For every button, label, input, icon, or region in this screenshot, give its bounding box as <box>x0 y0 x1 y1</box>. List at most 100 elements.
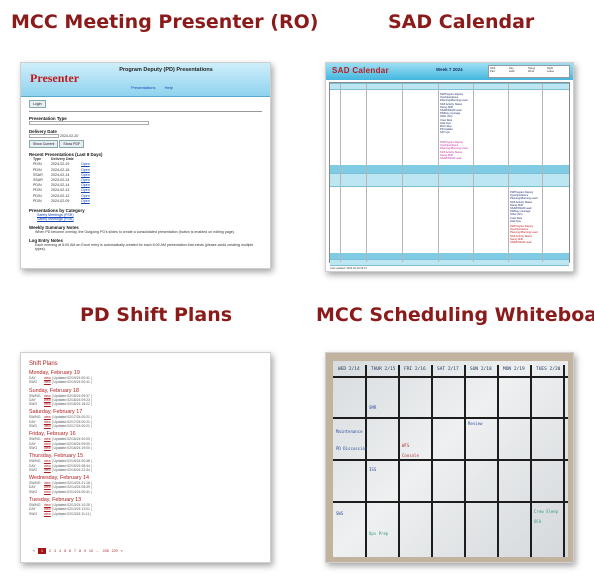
tile-title-whiteboard[interactable]: MCC Scheduling Whiteboard <box>316 304 594 326</box>
presenter-header: Presenter Program Deputy (PD) Presentati… <box>21 63 270 97</box>
shift-row: SWG view | Updated 02/15/24 22:34 | <box>29 468 270 472</box>
shift-row: SWG view | Updated 02/14/24 00:41 | <box>29 490 270 494</box>
presenter-thumbnail[interactable]: Presenter Program Deputy (PD) Presentati… <box>20 62 271 269</box>
page-link[interactable]: « <box>33 549 35 553</box>
recent-table: PD/N 2024-02-19 Open PD/N 2024-02-16 Open SSAR… <box>29 162 262 204</box>
whiteboard-thumbnail[interactable]: WED 2/14 THUR 2/15 FRI 2/16 SAT 2/17 SUN 2/1… <box>325 352 574 563</box>
page-link[interactable]: » <box>121 549 123 553</box>
updated-text: | Updated 02/17/24 00:21 | <box>51 424 92 429</box>
whiteboard-day-header: WED 2/14 <box>338 367 360 372</box>
tile-title-shift-plans[interactable]: PD Shift Plans <box>80 304 232 326</box>
calendar-column-line <box>438 83 439 262</box>
calendar-column-line <box>402 83 403 262</box>
handwritten-note: SMR <box>369 405 377 410</box>
handwritten-note: Maintenance <box>336 429 363 434</box>
show-pdf-button[interactable]: Show PDF <box>59 140 85 149</box>
shift-day-list: Monday, February 19 DAY view | Updated 02… <box>21 370 270 516</box>
page-link[interactable]: 2 <box>49 549 51 553</box>
shift-label: SWG <box>29 402 38 407</box>
calendar-legend: Shift Day Swing NightPad Hold Work Leave <box>488 65 570 78</box>
category-link[interactable]: Safety Meetings (PSR) <box>37 217 262 221</box>
calendar-footer: Last updated: 2024-02-20 06:12 <box>330 267 367 270</box>
legend-item: Leave <box>547 70 555 73</box>
page-link[interactable]: 6 <box>69 549 71 553</box>
shift-plans-thumbnail[interactable]: Shift Plans Monday, February 19 DAY view … <box>20 352 271 563</box>
calendar-column-line <box>542 83 543 262</box>
updated-text: | Updated 02/18/24 18:22 | <box>51 402 92 407</box>
shift-row: SWG view | Updated 02/16/24 19:00 | <box>29 446 270 450</box>
view-link[interactable]: view <box>44 424 51 428</box>
page-link[interactable]: 9 <box>84 549 86 553</box>
calendar-week: Week 7 2024 <box>436 67 463 72</box>
delivery-date-input[interactable] <box>29 134 59 139</box>
whiteboard-photo: WED 2/14 THUR 2/15 FRI 2/16 SAT 2/17 SUN 2/1… <box>333 361 568 557</box>
page-link[interactable]: … <box>96 549 100 553</box>
table-row: PD/N 2024-02-09 Open <box>29 199 262 204</box>
calendar-cell-notes: PD/Program Deputy Ops/Operations Planning/… <box>510 225 537 244</box>
whiteboard-column-line <box>464 365 466 557</box>
view-link[interactable]: view <box>44 512 51 516</box>
updated-text: | Updated 02/19/24 00:41 | <box>51 380 92 385</box>
calendar-column-line <box>340 83 341 262</box>
shift-row: SWG view | Updated 02/18/24 18:22 | <box>29 402 270 406</box>
open-link[interactable]: Open <box>81 199 90 204</box>
whiteboard-day-header: THUR 2/15 <box>371 367 396 372</box>
shift-row: SWG view | Updated 02/17/24 00:21 | <box>29 424 270 428</box>
updated-text: | Updated 02/15/24 22:34 | <box>51 467 92 472</box>
calendar-cell-notes: PD/Program Deputy Ops/Operations Planning/… <box>440 93 467 135</box>
shift-label: SWG <box>29 511 38 516</box>
page-link[interactable]: 228 <box>103 549 109 553</box>
page-link[interactable]: 4 <box>59 549 61 553</box>
handwritten-note: Crew Sleep <box>534 509 559 514</box>
calendar-cell-notes: PD/Program Deputy Ops/Operations Planning/… <box>440 141 467 160</box>
handwritten-note: SWS <box>336 511 344 516</box>
view-link[interactable]: view <box>44 446 51 450</box>
updated-text: | Updated 02/16/24 19:00 | <box>51 445 92 450</box>
calendar-column-line <box>366 83 367 262</box>
login-button[interactable]: Login <box>29 100 46 108</box>
handwritten-note: ISS <box>369 467 377 472</box>
shift-label: SWG <box>29 424 38 429</box>
calendar-entry: SSAR/SSAR Lead <box>440 157 462 161</box>
calendar-column-line <box>508 83 509 262</box>
log-text: Each morning at 8:00 AM an Excel entry i… <box>35 242 254 251</box>
calendar-title: SAD Calendar <box>332 66 389 75</box>
handwritten-note: Ops Prep <box>369 531 389 536</box>
whiteboard-row-line <box>333 417 568 419</box>
tile-title-presenter[interactable]: MCC Meeting Presenter (RO) <box>11 11 318 33</box>
nav-presentations[interactable]: Presentations <box>131 85 155 90</box>
view-link[interactable]: view <box>44 380 51 384</box>
shift-label: SWG <box>29 445 38 450</box>
shift-label: SWG <box>29 489 38 494</box>
presenter-page-title: Program Deputy (PD) Presentations <box>119 67 213 73</box>
page-link[interactable]: 5 <box>64 549 66 553</box>
updated-text: | Updated 02/14/24 00:41 | <box>51 489 92 494</box>
handwritten-note: Console <box>402 453 419 458</box>
page-link[interactable]: 8 <box>79 549 81 553</box>
page-link[interactable]: 10 <box>89 549 93 553</box>
whiteboard-column-line <box>365 365 367 557</box>
whiteboard-day-header: MON 2/19 <box>503 367 525 372</box>
view-link[interactable]: view <box>44 402 51 406</box>
nav-help[interactable]: Help <box>165 85 173 90</box>
view-link[interactable]: view <box>44 468 51 472</box>
page-link[interactable]: 7 <box>74 549 76 553</box>
shift-label: SWG <box>29 380 38 385</box>
legend-item: Pad <box>490 70 495 73</box>
whiteboard-column-line <box>431 365 433 557</box>
handwritten-note: Review <box>468 421 483 426</box>
whiteboard-row-line <box>333 376 568 378</box>
page-link[interactable]: 3 <box>54 549 56 553</box>
calendar-entry: SAT ops <box>440 131 450 135</box>
presentation-type-select[interactable] <box>29 121 149 126</box>
calendar-header: SAD Calendar Week 7 2024 Shift Day Swing Ni… <box>326 63 573 80</box>
tile-title-sad-calendar[interactable]: SAD Calendar <box>388 11 534 33</box>
calendar-grid: PD/Program Deputy Ops/Operations Planning/… <box>329 82 570 266</box>
show-current-button[interactable]: Show Current <box>29 140 59 149</box>
legend-item: Hold <box>509 70 515 73</box>
page-link[interactable]: 229 <box>112 549 118 553</box>
sad-calendar-thumbnail[interactable]: SAD Calendar Week 7 2024 Shift Day Swing Ni… <box>325 62 574 272</box>
page-link[interactable]: 1 <box>38 548 46 554</box>
view-link[interactable]: view <box>44 490 51 494</box>
handwritten-note: PD Discussion <box>336 446 368 451</box>
